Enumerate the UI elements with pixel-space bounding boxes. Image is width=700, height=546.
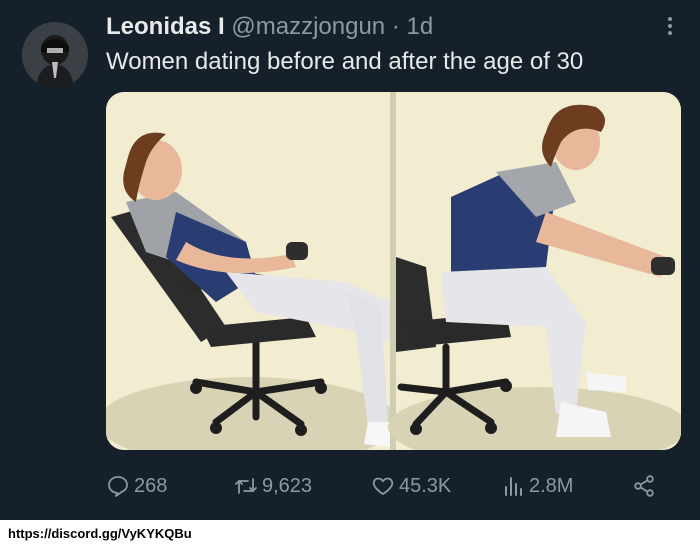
footer-watermark: https://discord.gg/VyKYKQBu	[0, 520, 700, 546]
author-handle[interactable]: @mazzjongun	[231, 13, 385, 40]
avatar-image	[22, 22, 88, 88]
meme-illustration	[106, 92, 681, 450]
left-panel-relaxed-gamer	[106, 92, 398, 450]
heart-icon	[372, 477, 394, 495]
footer-link[interactable]: https://discord.gg/VyKYKQBu	[8, 526, 192, 541]
views-icon	[505, 477, 522, 496]
right-panel-leaning-gamer	[388, 92, 681, 450]
share-icon	[634, 475, 654, 497]
reply-icon	[108, 476, 128, 497]
avatar[interactable]	[22, 22, 88, 88]
retweet-icon	[235, 478, 257, 494]
reply-button[interactable]: 268	[106, 468, 167, 504]
tweet-actions: 268 9,623 45.3K 2.8M	[106, 468, 666, 504]
share-button[interactable]	[632, 468, 662, 504]
more-icon[interactable]	[658, 14, 682, 40]
tweet-card: Leonidas I @mazzjongun · 1d Women dating…	[0, 0, 700, 520]
reply-count: 268	[134, 474, 168, 497]
author-name[interactable]: Leonidas I	[106, 13, 225, 40]
retweet-button[interactable]: 9,623	[234, 468, 312, 504]
like-button[interactable]: 45.3K	[371, 468, 451, 504]
tweet-text: Women dating before and after the age of…	[106, 48, 584, 75]
tweet-header: Leonidas I @mazzjongun · 1d	[106, 12, 650, 42]
views-count: 2.8M	[529, 474, 574, 497]
tweet-media[interactable]	[106, 92, 681, 450]
separator-dot: ·	[391, 13, 400, 40]
views-button[interactable]: 2.8M	[501, 468, 573, 504]
retweet-count: 9,623	[262, 474, 313, 497]
like-count: 45.3K	[399, 474, 452, 497]
timestamp[interactable]: 1d	[406, 13, 433, 40]
